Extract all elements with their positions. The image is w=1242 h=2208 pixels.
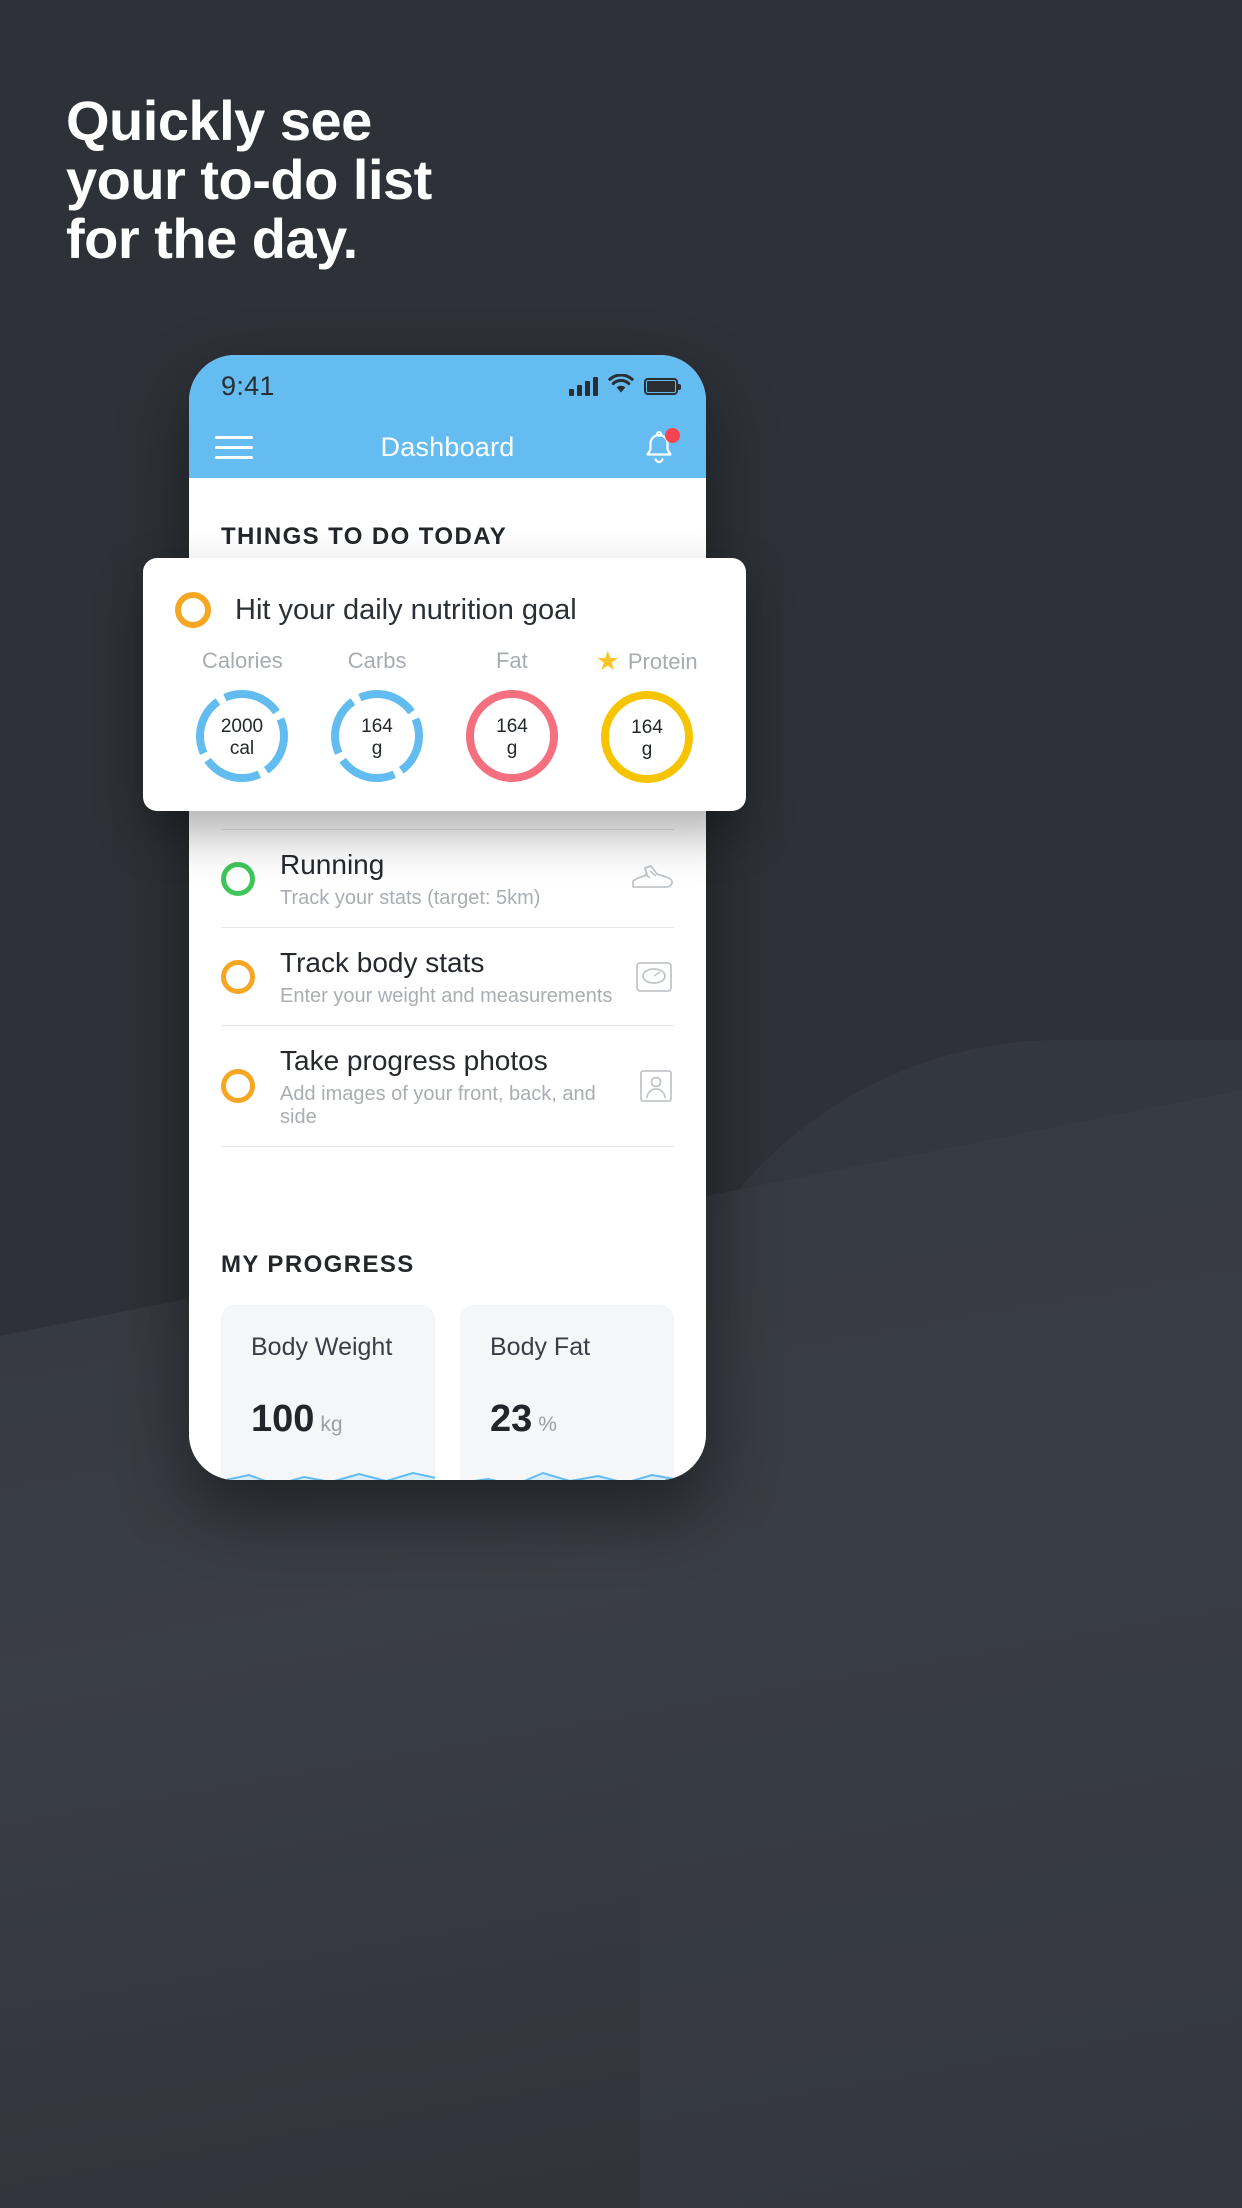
task-subtitle: Enter your weight and measurements xyxy=(280,985,613,1007)
macro-value: 164 xyxy=(361,716,393,737)
card-value: 100 kg xyxy=(251,1398,343,1441)
checkbox-circle-icon[interactable] xyxy=(221,1069,255,1103)
card-label: Body Weight xyxy=(251,1333,393,1361)
wifi-icon xyxy=(608,373,634,399)
progress-cards: Body Weight 100 kg Body Fat 23% xyxy=(189,1279,706,1480)
task-subtitle: Track your stats (target: 5km) xyxy=(280,887,541,909)
card-number: 23 xyxy=(490,1398,533,1440)
app-navbar: Dashboard xyxy=(189,417,706,478)
macro-unit: g xyxy=(372,738,383,759)
task-text: Take progress photos Add images of your … xyxy=(280,1043,630,1129)
task-title: Track body stats xyxy=(280,947,485,978)
nutrition-card-header: Hit your daily nutrition goal xyxy=(175,592,714,628)
notification-badge xyxy=(665,427,680,443)
card-unit: % xyxy=(538,1413,557,1436)
macro-ring: 164 g xyxy=(310,684,445,788)
task-row-progress-photos[interactable]: Take progress photos Add images of your … xyxy=(221,1025,674,1146)
progress-section-title: MY PROGRESS xyxy=(221,1251,415,1278)
card-number: 100 xyxy=(251,1398,315,1440)
task-row-running[interactable]: Running Track your stats (target: 5km) xyxy=(221,829,674,927)
signal-bars-icon xyxy=(569,376,598,396)
todo-list: Running Track your stats (target: 5km) T… xyxy=(189,829,706,1147)
battery-full-icon xyxy=(644,377,681,395)
macro-label-wrap: Calories xyxy=(175,648,310,674)
card-value: 23% xyxy=(490,1398,557,1441)
status-time: 9:41 xyxy=(221,370,275,401)
checkbox-circle-icon[interactable] xyxy=(221,959,255,994)
progress-card-body-fat[interactable]: Body Fat 23% xyxy=(460,1305,674,1480)
task-text: Running Track your stats (target: 5km) xyxy=(280,847,630,910)
notifications-button[interactable] xyxy=(642,427,680,468)
macro-label-wrap: Carbs xyxy=(310,648,445,674)
headline-line-2: your to-do list xyxy=(66,147,432,211)
sparkline-chart xyxy=(221,1471,435,1480)
macro-label: Protein xyxy=(627,648,698,674)
macro-label-wrap: ★ Protein xyxy=(579,648,714,675)
task-row-body-stats[interactable]: Track body stats Enter your weight and m… xyxy=(221,927,674,1025)
macro-unit: g xyxy=(507,738,518,759)
phone-mockup: 9:41 Dashboard THINGS TO DO TODAY Runnin… xyxy=(189,355,706,1480)
macro-fat[interactable]: Fat 164 g xyxy=(445,648,580,789)
task-title: Running xyxy=(280,849,385,880)
macro-label: Calories xyxy=(202,648,283,673)
running-shoe-icon xyxy=(630,859,674,899)
status-bar: 9:41 xyxy=(189,355,706,417)
headline-line-1: Quickly see xyxy=(66,89,372,152)
photo-person-icon xyxy=(630,1066,674,1106)
headline-line-3: for the day. xyxy=(66,206,358,270)
macro-carbs[interactable]: Carbs 164 g xyxy=(310,648,445,789)
promo-headline: Quickly see your to-do list for the day. xyxy=(66,89,766,270)
macro-ring: 2000 cal xyxy=(175,684,310,788)
checkbox-circle-icon[interactable] xyxy=(221,861,255,896)
macro-rings: Calories 2000 cal Carbs 164 g Fat 164 g … xyxy=(175,648,714,789)
macro-ring: 164 g xyxy=(579,685,714,789)
nutrition-card-title: Hit your daily nutrition goal xyxy=(235,593,577,626)
sparkline-chart xyxy=(473,1471,674,1480)
macro-unit: cal xyxy=(230,738,254,759)
macro-unit: g xyxy=(641,739,652,760)
checkbox-circle-icon[interactable] xyxy=(175,592,211,628)
task-text: Track body stats Enter your weight and m… xyxy=(280,945,630,1008)
macro-label: Carbs xyxy=(347,648,407,673)
macro-calories[interactable]: Calories 2000 cal xyxy=(175,648,310,789)
star-icon: ★ xyxy=(595,646,620,676)
weight-scale-icon xyxy=(630,957,674,997)
card-unit: kg xyxy=(320,1413,343,1436)
task-subtitle: Add images of your front, back, and side xyxy=(280,1083,596,1128)
macro-value: 2000 xyxy=(221,716,263,737)
progress-card-body-weight[interactable]: Body Weight 100 kg xyxy=(221,1305,435,1480)
page-title: Dashboard xyxy=(380,432,515,462)
macro-label: Fat xyxy=(495,648,528,673)
macro-value: 164 xyxy=(631,717,663,738)
macro-value: 164 xyxy=(496,716,528,737)
nutrition-goal-card[interactable]: Hit your daily nutrition goal Calories 2… xyxy=(143,558,746,811)
background-arc xyxy=(640,1040,1242,2208)
macro-protein[interactable]: ★ Protein 164 g xyxy=(579,648,714,789)
macro-label-wrap: Fat xyxy=(445,648,580,674)
todo-section-title: THINGS TO DO TODAY xyxy=(221,523,508,550)
status-icons xyxy=(569,373,681,399)
card-label: Body Fat xyxy=(490,1333,591,1361)
macro-ring: 164 g xyxy=(445,684,580,788)
task-title: Take progress photos xyxy=(280,1045,548,1076)
